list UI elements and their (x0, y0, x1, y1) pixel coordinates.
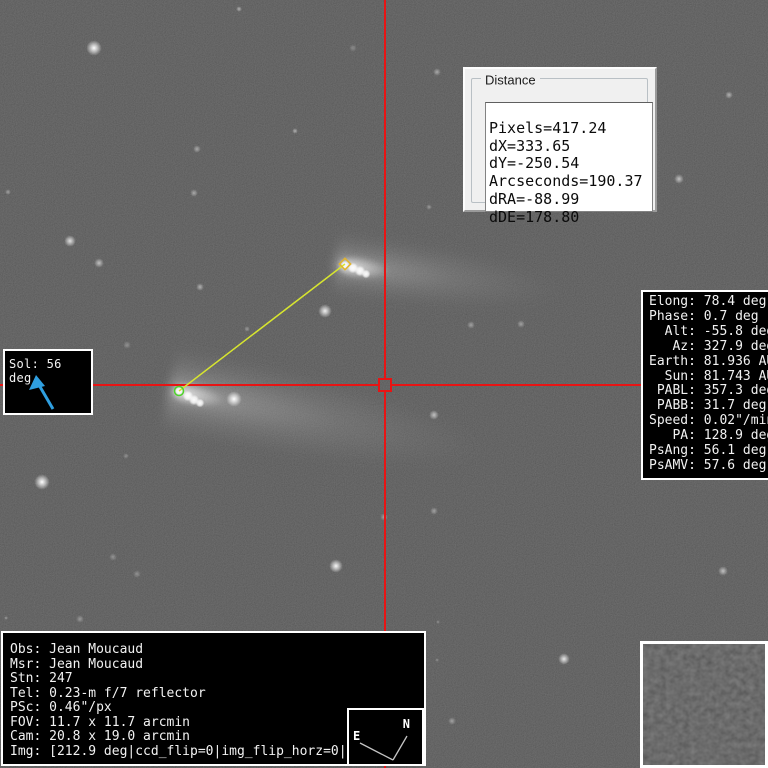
distance-values-box: Pixels=417.24 dX=333.65 dY=-250.54 Arcse… (485, 102, 653, 225)
magnifier-thumbnail (640, 641, 768, 768)
astrometry-view: Sol: 56 deg Elong: 78.4 deg Phase: 0.7 d… (0, 0, 768, 768)
compass-panel: N E (347, 708, 424, 766)
magnifier-noise (643, 644, 765, 765)
ephemeris-values: Elong: 78.4 deg Phase: 0.7 deg Alt: -55.… (649, 294, 768, 473)
distance-values: Pixels=417.24 dX=333.65 dY=-250.54 Arcse… (489, 119, 643, 226)
distance-dialog[interactable]: Distance Pixels=417.24 dX=333.65 dY=-250… (463, 67, 657, 225)
distance-groupbox: Distance Pixels=417.24 dX=333.65 dY=-250… (471, 72, 653, 225)
crosshair-center-box (378, 378, 392, 392)
ephemeris-panel: Elong: 78.4 deg Phase: 0.7 deg Alt: -55.… (641, 290, 768, 480)
sun-direction-panel: Sol: 56 deg (3, 349, 93, 415)
sun-direction-arrow-icon (29, 375, 55, 410)
measurement-line (178, 263, 346, 392)
compass-axes-icon (359, 735, 408, 761)
distance-dialog-title: Distance (481, 72, 540, 88)
